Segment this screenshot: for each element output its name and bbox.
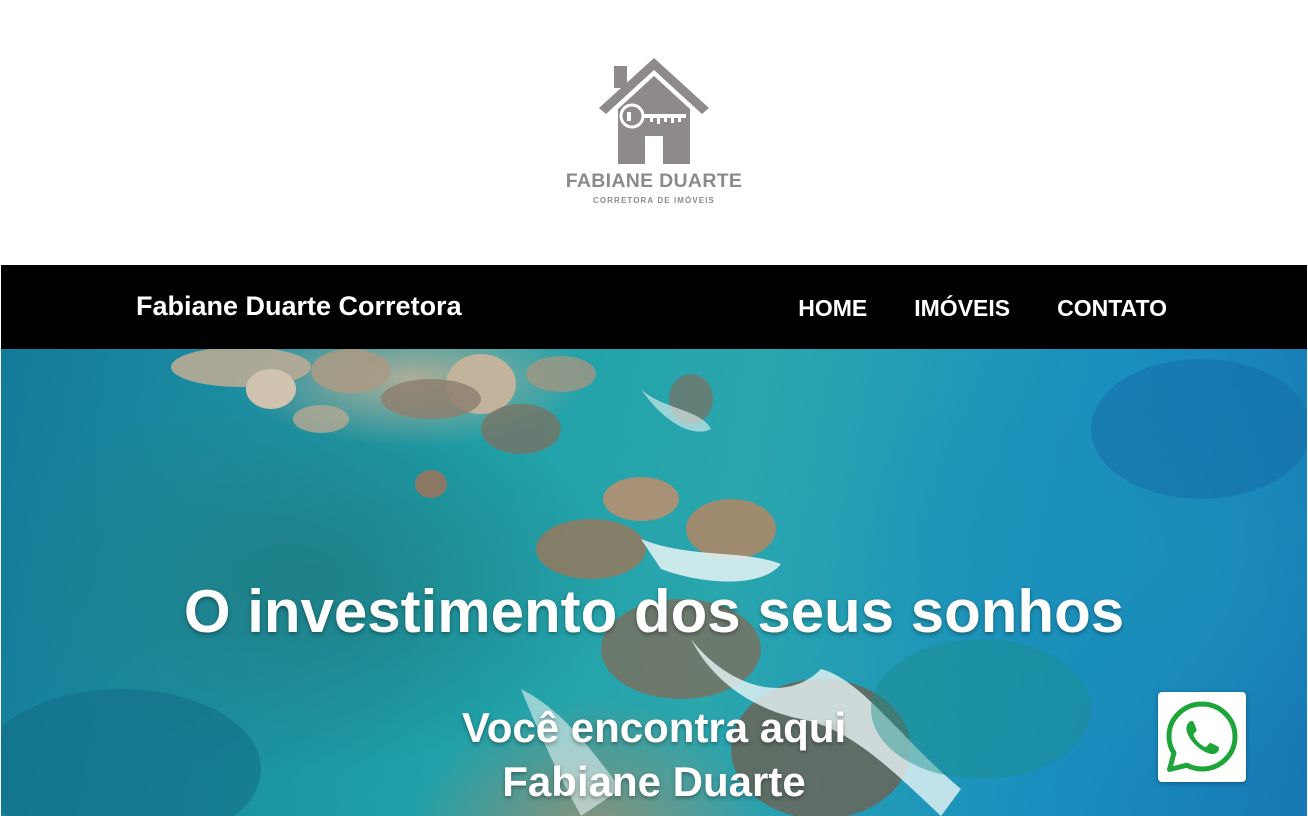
whatsapp-button[interactable] [1158,692,1246,782]
hero-subtitle-line-2: Fabiane Duarte [502,758,806,805]
whatsapp-icon [1166,701,1238,772]
nav-link-home[interactable]: HOME [798,295,867,322]
hero-subtitle: Você encontra aqui Fabiane Duarte [1,701,1307,809]
hero-title: O investimento dos seus sonhos [183,578,1125,645]
logo-subtitle: CORRETORA DE IMÓVEIS [592,196,715,205]
main-navbar: Fabiane Duarte Corretora HOME IMÓVEIS CO… [1,265,1307,349]
logo-header: FABIANE DUARTE CORRETORA DE IMÓVEIS [0,0,1308,265]
house-key-icon [599,58,709,164]
nav-link-imoveis[interactable]: IMÓVEIS [914,295,1010,322]
navbar-brand[interactable]: Fabiane Duarte Corretora [136,291,462,322]
nav-link-contato[interactable]: CONTATO [1057,295,1167,322]
nav-links: HOME IMÓVEIS CONTATO [798,295,1167,322]
hero-subtitle-line-1: Você encontra aqui [461,704,847,751]
site-logo[interactable]: FABIANE DUARTE CORRETORA DE IMÓVEIS [558,52,750,212]
logo-name: FABIANE DUARTE [565,170,743,192]
hero-banner: O investimento dos seus sonhos Você enco… [1,349,1307,816]
